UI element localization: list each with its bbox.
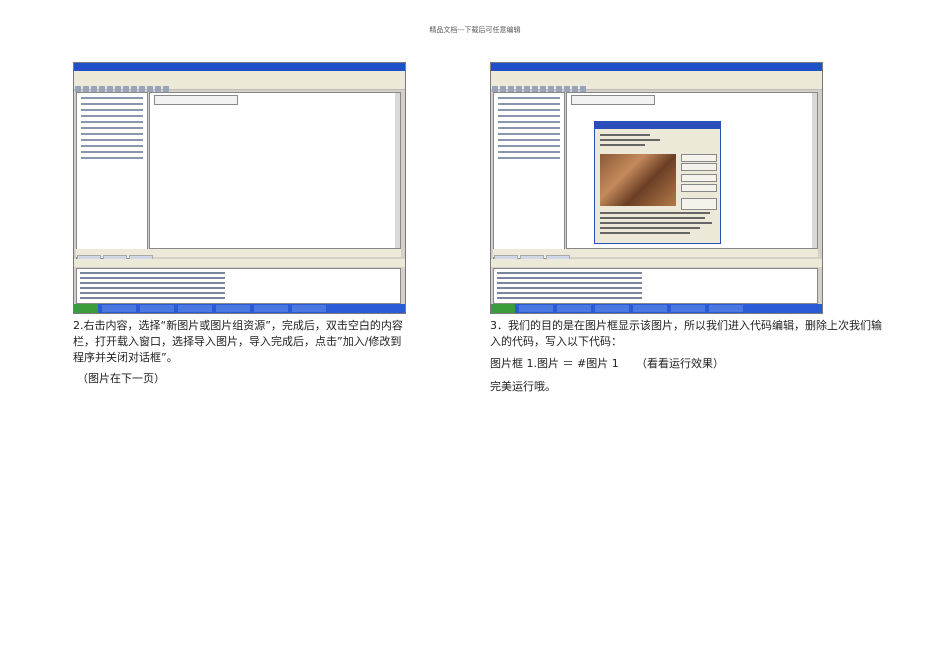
right-ide-screenshot	[490, 62, 823, 314]
editor-tabs	[493, 249, 818, 263]
vertical-scrollbar	[812, 93, 817, 248]
output-toolbar	[74, 259, 405, 271]
add-and-close-button	[681, 198, 717, 210]
left-ide-screenshot	[73, 62, 406, 314]
menu-bar	[491, 71, 822, 83]
toolbar	[491, 79, 822, 92]
import-image-button	[681, 154, 717, 162]
taskbar	[491, 304, 822, 313]
editor-tabs	[76, 249, 401, 263]
resource-grid-header	[154, 95, 238, 105]
result-text: 完美运行哦。	[490, 380, 556, 393]
export-image-button	[681, 163, 717, 171]
dialog-titlebar	[595, 122, 720, 129]
window-titlebar	[74, 63, 405, 79]
resource-grid-header	[571, 95, 655, 105]
note-text: （图片在下一页）	[77, 372, 165, 385]
start-button	[491, 304, 515, 313]
code-line: 图片框 1.图片 ＝ #图片 1	[490, 357, 619, 370]
image-resource-dialog	[594, 121, 721, 244]
window-titlebar	[491, 63, 822, 79]
menu-bar	[74, 71, 405, 83]
vertical-scrollbar	[395, 93, 400, 248]
output-panel	[493, 268, 818, 304]
save-to-file-button	[681, 184, 717, 192]
step-2-text: 2.右击内容，选择“新图片或图片组资源”，完成后，双击空白的内容栏，打开载入窗口…	[73, 319, 403, 364]
clear-button	[681, 174, 717, 182]
start-button	[74, 304, 98, 313]
code-comment: （看看运行效果）	[636, 357, 724, 370]
page-header: 精品文档---下载后可任意编辑	[429, 26, 521, 34]
project-tree	[493, 92, 565, 259]
resource-table-area	[149, 92, 401, 249]
taskbar	[74, 304, 405, 313]
output-panel	[76, 268, 401, 304]
rock-photo-preview	[600, 154, 676, 206]
output-toolbar	[491, 259, 822, 271]
project-tree	[76, 92, 148, 259]
toolbar	[74, 79, 405, 92]
step-3-text: 3．我们的目的是在图片框显示该图片，所以我们进入代码编辑，删除上次我们输入的代码…	[490, 319, 882, 348]
